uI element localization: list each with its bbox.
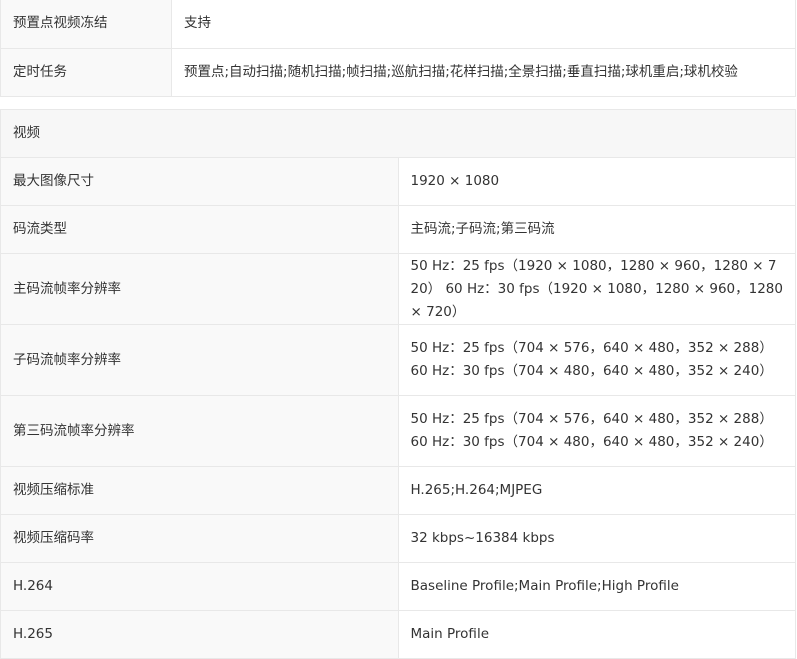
spec-table-general: 预置点视频冻结 支持 定时任务 预置点;自动扫描;随机扫描;帧扫描;巡航扫描;花… <box>0 0 796 97</box>
spec-table-video: 视频 最大图像尺寸 1920 × 1080 码流类型 主码流;子码流;第三码流 … <box>0 109 796 659</box>
spec-label: H.265 <box>0 610 399 659</box>
table-row: 定时任务 预置点;自动扫描;随机扫描;帧扫描;巡航扫描;花样扫描;全景扫描;垂直… <box>0 48 796 97</box>
table-row: 视频压缩标准 H.265;H.264;MJPEG <box>0 466 796 515</box>
spec-value: 50 Hz：25 fps（704 × 576，640 × 480，352 × 2… <box>397 395 796 467</box>
spec-label: H.264 <box>0 562 399 611</box>
table-row: H.265 Main Profile <box>0 610 796 659</box>
table-row: 最大图像尺寸 1920 × 1080 <box>0 157 796 206</box>
table-row: 码流类型 主码流;子码流;第三码流 <box>0 205 796 254</box>
table-row: H.264 Baseline Profile;Main Profile;High… <box>0 562 796 611</box>
spec-value: 预置点;自动扫描;随机扫描;帧扫描;巡航扫描;花样扫描;全景扫描;垂直扫描;球机… <box>171 48 796 97</box>
table-row: 预置点视频冻结 支持 <box>0 0 796 49</box>
table-row: 视频压缩码率 32 kbps~16384 kbps <box>0 514 796 563</box>
spec-label: 最大图像尺寸 <box>0 157 399 206</box>
spec-label: 视频压缩码率 <box>0 514 399 563</box>
spec-label: 第三码流帧率分辨率 <box>0 395 399 467</box>
spec-label: 定时任务 <box>0 48 172 97</box>
spec-value: Baseline Profile;Main Profile;High Profi… <box>397 562 796 611</box>
spec-label: 主码流帧率分辨率 <box>0 253 399 325</box>
spec-label: 子码流帧率分辨率 <box>0 324 399 396</box>
spec-value: 50 Hz：25 fps（1920 × 1080，1280 × 960，1280… <box>397 253 796 325</box>
spec-value: 支持 <box>171 0 796 49</box>
spec-label: 码流类型 <box>0 205 399 254</box>
spec-value: 主码流;子码流;第三码流 <box>397 205 796 254</box>
section-title: 视频 <box>0 109 796 158</box>
table-row: 第三码流帧率分辨率 50 Hz：25 fps（704 × 576，640 × 4… <box>0 395 796 467</box>
table-row: 子码流帧率分辨率 50 Hz：25 fps（704 × 576，640 × 48… <box>0 324 796 396</box>
spec-value: H.265;H.264;MJPEG <box>397 466 796 515</box>
table-row: 主码流帧率分辨率 50 Hz：25 fps（1920 × 1080，1280 ×… <box>0 253 796 325</box>
spec-value: Main Profile <box>397 610 796 659</box>
spec-label: 视频压缩标准 <box>0 466 399 515</box>
spec-value: 1920 × 1080 <box>397 157 796 206</box>
section-header-row: 视频 <box>0 109 796 158</box>
spec-value: 50 Hz：25 fps（704 × 576，640 × 480，352 × 2… <box>397 324 796 396</box>
spec-label: 预置点视频冻结 <box>0 0 172 49</box>
spec-value: 32 kbps~16384 kbps <box>397 514 796 563</box>
